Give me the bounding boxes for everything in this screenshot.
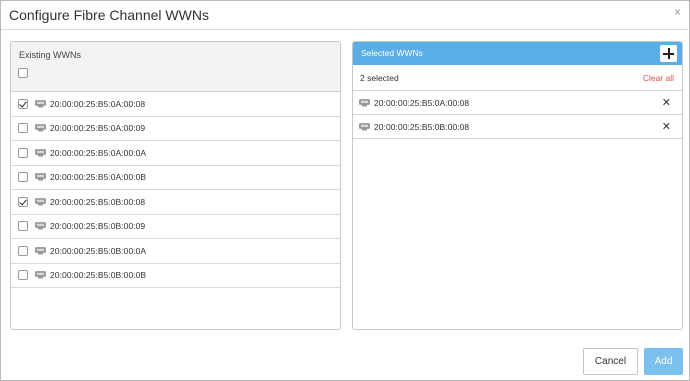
fc-port-icon — [359, 98, 370, 107]
plus-icon[interactable] — [660, 45, 677, 62]
existing-wwns-list: 20:00:00:25:B5:0A:00:08 20:00:00:25:B5:0A… — [11, 92, 340, 288]
wwn-checkbox[interactable] — [18, 221, 28, 232]
wwn-value: 20:00:00:25:B5:0A:00:09 — [50, 123, 146, 134]
wwn-checkbox[interactable] — [18, 270, 28, 281]
wwn-checkbox[interactable] — [18, 172, 28, 183]
wwn-value: 20:00:00:25:B5:0B:00:08 — [374, 121, 470, 132]
selection-summary: 2 selected Clear all — [353, 65, 682, 91]
existing-wwn-row[interactable]: 20:00:00:25:B5:0A:00:09 — [11, 117, 340, 141]
existing-wwn-row[interactable]: 20:00:00:25:B5:0B:00:08 — [11, 190, 340, 215]
existing-wwn-row[interactable]: 20:00:00:25:B5:0B:00:0A — [11, 239, 340, 264]
selected-wwns-header: Selected WWNs — [353, 42, 682, 65]
existing-wwns-label: Existing WWNs — [19, 50, 82, 60]
fc-port-icon — [35, 124, 46, 132]
existing-wwn-row[interactable]: 20:00:00:25:B5:0A:00:0A — [11, 141, 340, 166]
wwn-checkbox[interactable] — [18, 196, 28, 207]
remove-x-icon[interactable]: ✕ — [662, 96, 671, 109]
existing-wwn-row[interactable]: 20:00:00:25:B5:0B:00:0B — [11, 264, 340, 288]
selected-wwn-row: 20:00:00:25:B5:0B:00:08 ✕ — [353, 115, 682, 139]
selected-count: 2 selected — [360, 73, 399, 83]
dialog-header: Configure Fibre Channel WWNs × — [1, 1, 689, 30]
wwn-value: 20:00:00:25:B5:0B:00:0B — [50, 270, 147, 281]
selected-wwns-list: 20:00:00:25:B5:0A:00:08 ✕ 20:00:00:25:B5:0… — [353, 91, 682, 139]
existing-wwns-header: Existing WWNs — [11, 42, 340, 92]
existing-wwn-row[interactable]: 20:00:00:25:B5:0A:00:08 — [11, 92, 340, 117]
existing-wwn-row[interactable]: 20:00:00:25:B5:0B:00:09 — [11, 215, 340, 239]
wwn-value: 20:00:00:25:B5:0B:00:09 — [50, 221, 146, 232]
wwn-value: 20:00:00:25:B5:0A:00:0B — [50, 172, 147, 183]
selected-wwns-panel: Selected WWNs 2 selected Clear all 20:00… — [352, 41, 683, 330]
fc-port-icon — [35, 197, 46, 206]
fc-port-icon — [35, 271, 46, 279]
wwn-value: 20:00:00:25:B5:0A:00:08 — [50, 98, 146, 109]
fc-port-icon — [359, 122, 370, 131]
close-icon[interactable]: × — [674, 5, 681, 19]
clear-all-link[interactable]: Clear all — [643, 73, 674, 83]
wwn-checkbox[interactable] — [18, 147, 28, 158]
add-button[interactable]: Add — [644, 348, 683, 375]
dialog-title: Configure Fibre Channel WWNs — [9, 7, 209, 23]
selected-wwn-row: 20:00:00:25:B5:0A:00:08 ✕ — [353, 91, 682, 115]
selected-wwns-label: Selected WWNs — [361, 48, 423, 58]
fc-port-icon — [35, 246, 46, 255]
wwn-value: 20:00:00:25:B5:0B:00:0A — [50, 245, 147, 256]
remove-x-icon[interactable]: ✕ — [662, 120, 671, 133]
select-all-checkbox[interactable] — [18, 68, 28, 78]
existing-wwns-panel: Existing WWNs 20:00:00:25:B5:0A:00:08 20:… — [10, 41, 341, 330]
wwn-checkbox[interactable] — [18, 123, 28, 134]
fc-port-icon — [35, 148, 46, 157]
wwn-value: 20:00:00:25:B5:0B:00:08 — [50, 196, 146, 207]
fc-port-icon — [35, 173, 46, 181]
wwn-value: 20:00:00:25:B5:0A:00:08 — [374, 97, 470, 108]
wwn-checkbox[interactable] — [18, 245, 28, 256]
configure-wwns-dialog: Configure Fibre Channel WWNs × Existing … — [0, 0, 690, 381]
wwn-value: 20:00:00:25:B5:0A:00:0A — [50, 147, 147, 158]
fc-port-icon — [35, 222, 46, 230]
existing-wwn-row[interactable]: 20:00:00:25:B5:0A:00:0B — [11, 166, 340, 190]
wwn-checkbox[interactable] — [18, 98, 28, 109]
fc-port-icon — [35, 99, 46, 108]
cancel-button[interactable]: Cancel — [583, 348, 638, 375]
